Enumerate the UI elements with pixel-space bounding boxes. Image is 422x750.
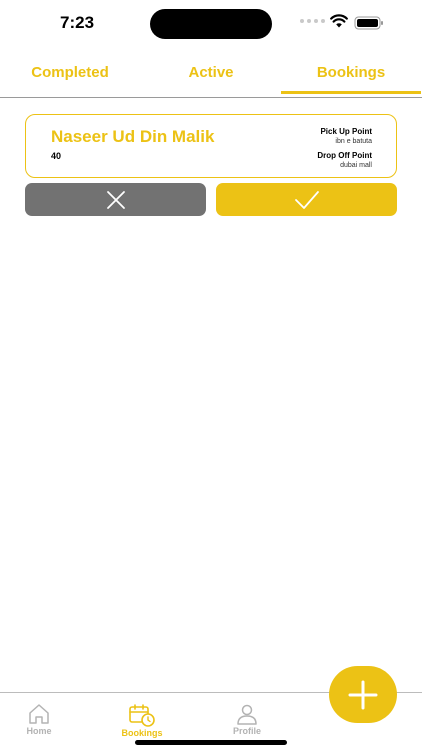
reject-button[interactable] [25,183,206,216]
status-bar: 7:23 [0,0,422,50]
booking-number: 40 [51,151,62,161]
tab-active[interactable]: Active [141,58,281,96]
add-booking-button[interactable] [329,666,397,723]
status-time: 7:23 [60,13,95,32]
booking-card[interactable]: Naseer Ud Din Malik 40 Pick Up Point ibn… [25,114,397,178]
battery-icon [354,16,383,30]
booking-name: Naseer Ud Din Malik [51,127,215,146]
wifi-icon [330,14,348,28]
nav-label-profile: Profile [232,726,261,736]
nav-label-home: Home [26,726,52,736]
person-icon [237,704,257,725]
pickup-label: Pick Up Point [320,127,372,136]
nav-item-bookings[interactable]: Bookings [107,703,177,738]
home-indicator [135,740,287,745]
tab-bar: Completed Active Bookings [0,58,422,98]
cellular-signal-icon [300,19,325,23]
close-icon [106,190,125,209]
dropoff-value: dubai mall [340,162,372,169]
tab-bookings[interactable]: Bookings [281,58,421,96]
plus-icon [348,680,378,709]
dropoff-label: Drop Off Point [317,151,372,160]
home-icon [29,704,49,724]
nav-label-bookings: Bookings [121,728,163,738]
tab-completed[interactable]: Completed [0,58,140,96]
accept-button[interactable] [216,183,397,216]
calendar-clock-icon [129,704,155,727]
dynamic-island [150,9,272,39]
booking-route: Pick Up Point ibn e batuta Drop Off Poin… [317,127,372,169]
check-icon [294,190,319,209]
nav-item-profile[interactable]: Profile [212,703,282,736]
nav-item-home[interactable]: Home [4,703,74,736]
pickup-value: ibn e batuta [335,138,372,145]
